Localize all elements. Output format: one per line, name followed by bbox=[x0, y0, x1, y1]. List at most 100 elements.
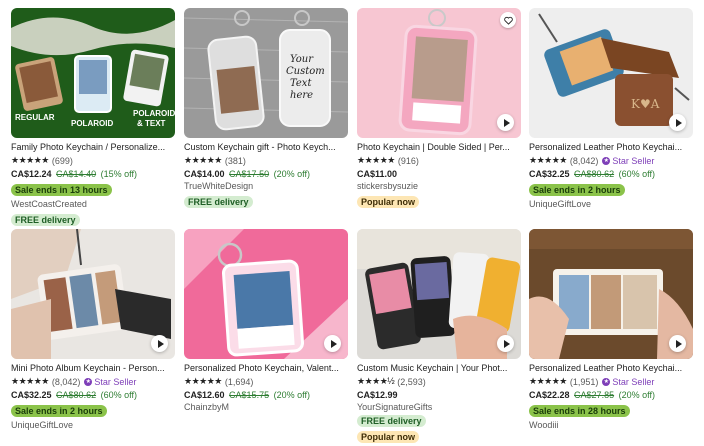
listing-image[interactable] bbox=[184, 229, 348, 359]
listing-title[interactable]: Personalized Photo Keychain, Valent... bbox=[184, 363, 348, 374]
sale-price: CA$11.00 bbox=[357, 169, 398, 179]
original-price: CA$14.40 bbox=[56, 169, 97, 179]
listing-title[interactable]: Personalized Leather Photo Keychai... bbox=[529, 142, 693, 153]
review-count: (381) bbox=[224, 155, 246, 166]
image-caption: Custom bbox=[286, 66, 325, 77]
shop-name[interactable]: UniqueGiftLove bbox=[11, 420, 175, 431]
review-count: (8,042) bbox=[569, 155, 599, 166]
listing-image[interactable]: K♥A bbox=[529, 8, 693, 138]
sale-price: CA$32.25 bbox=[529, 169, 570, 179]
shop-name[interactable]: UniqueGiftLove bbox=[529, 199, 693, 210]
listing-title[interactable]: Photo Keychain | Double Sided | Per... bbox=[357, 142, 521, 153]
listing-image[interactable]: REGULAR POLAROID POLAROID & TEXT bbox=[11, 8, 175, 138]
listing-title[interactable]: Personalized Leather Photo Keychai... bbox=[529, 363, 693, 374]
shop-name[interactable]: Woodiii bbox=[529, 420, 693, 431]
image-caption: here bbox=[290, 90, 313, 101]
star-seller-label: Star Seller bbox=[612, 376, 655, 387]
rating-stars: ★★★★★ bbox=[184, 376, 222, 386]
review-count: (916) bbox=[397, 155, 419, 166]
rating-stars: ★★★★★ bbox=[11, 376, 49, 386]
rating-row: ★★★★★ (8,042) ★ Star Seller bbox=[529, 155, 693, 166]
popular-badge: Popular now bbox=[357, 431, 419, 443]
rating-row: ★★★★★ (381) bbox=[184, 155, 348, 166]
review-count: (2,593) bbox=[397, 376, 426, 387]
image-caption: REGULAR bbox=[15, 113, 55, 122]
rating-row: ★★★★★ (8,042) ★ Star Seller bbox=[11, 376, 175, 387]
shop-name[interactable]: stickersbysuzie bbox=[357, 181, 521, 192]
free-delivery-badge: FREE delivery bbox=[357, 415, 426, 427]
rating-stars: ★★★★★ bbox=[184, 155, 222, 165]
price-row: CA$12.24 CA$14.40 (15% off) bbox=[11, 169, 175, 180]
shop-name[interactable]: YourSignatureGifts bbox=[357, 402, 521, 413]
discount-label: (15% off) bbox=[100, 169, 137, 179]
listing-image[interactable] bbox=[11, 229, 175, 359]
sale-price: CA$12.99 bbox=[357, 390, 398, 400]
listing-card[interactable]: Personalized Leather Photo Keychai... ★★… bbox=[529, 229, 693, 431]
free-delivery-badge: FREE delivery bbox=[184, 196, 253, 208]
rating-stars: ★★★★★ bbox=[529, 376, 567, 386]
sale-badge: Sale ends in 13 hours bbox=[11, 184, 112, 196]
play-icon[interactable] bbox=[324, 335, 341, 352]
listing-card[interactable]: Your Custom Text here Custom Keychain gi… bbox=[184, 8, 348, 210]
discount-label: (20% off) bbox=[618, 390, 655, 400]
star-seller-icon: ★ bbox=[602, 156, 611, 165]
listing-card[interactable]: REGULAR POLAROID POLAROID & TEXT Family … bbox=[11, 8, 175, 228]
original-price: CA$80.62 bbox=[574, 169, 615, 179]
listing-image[interactable] bbox=[529, 229, 693, 359]
listing-card[interactable]: Custom Music Keychain | Your Phot... ★★★… bbox=[357, 229, 521, 445]
play-icon[interactable] bbox=[497, 335, 514, 352]
rating-row: ★★★★★ (916) bbox=[357, 155, 521, 166]
price-row: CA$32.25 CA$80.62 (60% off) bbox=[11, 390, 175, 401]
discount-label: (60% off) bbox=[618, 169, 655, 179]
listing-title[interactable]: Family Photo Keychain / Personalize... bbox=[11, 142, 175, 153]
free-delivery-badge: FREE delivery bbox=[11, 214, 80, 226]
original-price: CA$15.75 bbox=[229, 390, 270, 400]
price-row: CA$22.28 CA$27.85 (20% off) bbox=[529, 390, 693, 401]
play-icon[interactable] bbox=[669, 114, 686, 131]
sale-badge: Sale ends in 2 hours bbox=[529, 184, 625, 196]
listing-card[interactable]: K♥A Personalized Leather Photo Keychai..… bbox=[529, 8, 693, 210]
heart-icon bbox=[503, 16, 513, 25]
rating-row: ★★★★★ (1,694) bbox=[184, 376, 348, 387]
sale-badge: Sale ends in 28 hours bbox=[529, 405, 630, 417]
price-row: CA$11.00 bbox=[357, 169, 521, 180]
image-caption: POLAROID bbox=[71, 119, 113, 128]
rating-row: ★★★★½ (2,593) bbox=[357, 376, 521, 387]
listing-title[interactable]: Custom Music Keychain | Your Phot... bbox=[357, 363, 521, 374]
play-icon[interactable] bbox=[151, 335, 168, 352]
shop-name[interactable]: WestCoastCreated bbox=[11, 199, 175, 210]
image-caption: Your bbox=[290, 54, 314, 65]
rating-row: ★★★★★ (1,951) ★ Star Seller bbox=[529, 376, 693, 387]
star-seller-badge: ★ Star Seller bbox=[602, 377, 654, 387]
favorite-button[interactable] bbox=[500, 12, 516, 28]
sale-badge: Sale ends in 2 hours bbox=[11, 405, 107, 417]
price-row: CA$32.25 CA$80.62 (60% off) bbox=[529, 169, 693, 180]
listing-image[interactable]: Your Custom Text here bbox=[184, 8, 348, 138]
play-icon[interactable] bbox=[669, 335, 686, 352]
rating-stars: ★★★★★ bbox=[529, 155, 567, 165]
listing-title[interactable]: Mini Photo Album Keychain - Person... bbox=[11, 363, 175, 374]
image-caption: POLAROID bbox=[133, 109, 175, 118]
listing-image[interactable] bbox=[357, 8, 521, 138]
listing-card[interactable]: Mini Photo Album Keychain - Person... ★★… bbox=[11, 229, 175, 431]
review-count: (8,042) bbox=[51, 376, 81, 387]
listing-title[interactable]: Custom Keychain gift - Photo Keych... bbox=[184, 142, 348, 153]
sale-price: CA$32.25 bbox=[11, 390, 52, 400]
review-count: (699) bbox=[51, 155, 73, 166]
price-row: CA$14.00 CA$17.50 (20% off) bbox=[184, 169, 348, 180]
original-price: CA$27.85 bbox=[574, 390, 615, 400]
discount-label: (20% off) bbox=[273, 169, 310, 179]
listing-image[interactable] bbox=[357, 229, 521, 359]
play-icon[interactable] bbox=[497, 114, 514, 131]
shop-name[interactable]: ChainzbyM bbox=[184, 402, 348, 413]
sale-price: CA$12.60 bbox=[184, 390, 225, 400]
shop-name[interactable]: TrueWhiteDesign bbox=[184, 181, 348, 192]
discount-label: (60% off) bbox=[100, 390, 137, 400]
star-seller-icon: ★ bbox=[602, 377, 611, 386]
star-seller-badge: ★ Star Seller bbox=[602, 156, 654, 166]
listing-card[interactable]: Photo Keychain | Double Sided | Per... ★… bbox=[357, 8, 521, 210]
sale-price: CA$14.00 bbox=[184, 169, 225, 179]
listing-card[interactable]: Personalized Photo Keychain, Valent... ★… bbox=[184, 229, 348, 413]
rating-stars: ★★★★★ bbox=[357, 155, 395, 165]
price-row: CA$12.60 CA$15.75 (20% off) bbox=[184, 390, 348, 401]
